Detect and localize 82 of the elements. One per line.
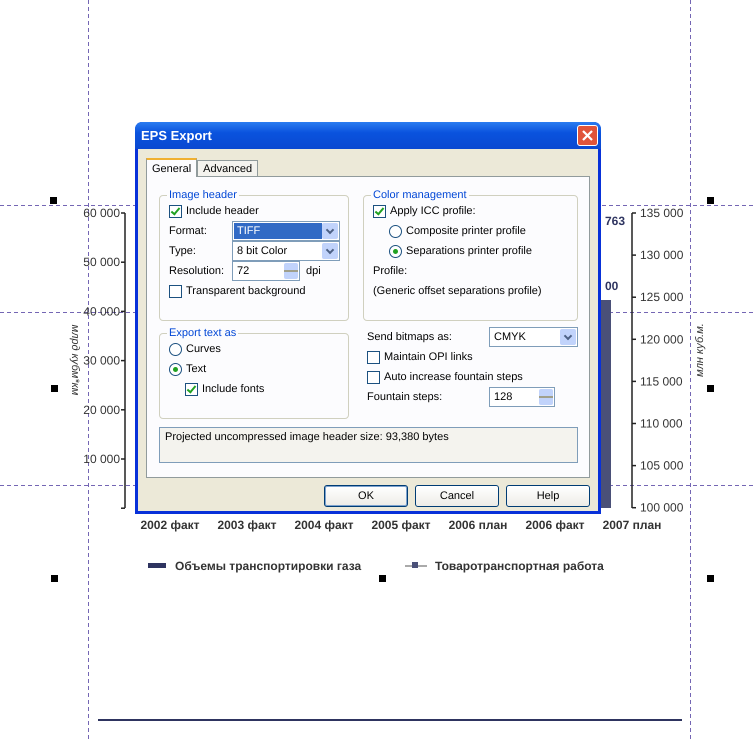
category-label: 2003 факт xyxy=(217,518,277,532)
type-dropdown[interactable]: 8 bit Color xyxy=(232,241,340,261)
axis-tick-label: 60 000 xyxy=(83,206,120,220)
window-title: EPS Export xyxy=(141,128,212,143)
checkbox-label: Include fonts xyxy=(202,383,264,395)
axis-tick-label: 100 000 xyxy=(640,500,684,515)
close-button[interactable] xyxy=(577,125,598,146)
axis-tick-label: 30 000 xyxy=(83,354,120,368)
checkbox-label: Apply ICC profile: xyxy=(390,205,476,217)
data-label: 00 xyxy=(605,279,618,293)
axis-title: млрд кубм*км xyxy=(69,324,81,396)
field-label: Format: xyxy=(169,225,208,237)
checkbox[interactable] xyxy=(367,370,380,384)
legend-label: Товаротранспортная работа xyxy=(435,559,604,573)
field-label: Send bitmaps as: xyxy=(367,331,453,343)
radio-button[interactable] xyxy=(169,342,182,356)
checkbox-label: Transparent background xyxy=(186,285,306,297)
spin-arrows-icon xyxy=(539,389,553,405)
legend-line-icon xyxy=(404,562,428,568)
axis-tick-label: 20 000 xyxy=(83,402,120,417)
axis-tick-label: 120 000 xyxy=(640,332,684,346)
field-label: Type: xyxy=(169,245,197,257)
checkbox[interactable] xyxy=(185,382,198,396)
radio-label: Composite printer profile xyxy=(406,225,526,237)
checkbox[interactable] xyxy=(169,204,182,218)
selection-handle[interactable] xyxy=(379,575,386,582)
data-label: 763 xyxy=(605,214,626,228)
checkbox-label: Include header xyxy=(186,205,259,217)
checkbox[interactable] xyxy=(367,350,380,364)
axis-tick-label: 125 000 xyxy=(640,290,684,304)
field-label: Fountain steps: xyxy=(367,391,444,403)
checkbox-label: Auto increase fountain steps xyxy=(384,371,523,383)
axis-tick-label: 115 000 xyxy=(640,374,682,388)
radio-button[interactable] xyxy=(389,224,402,238)
format-dropdown[interactable]: TIFF xyxy=(232,221,340,241)
legend-label: Объемы транспортировки газа xyxy=(175,559,362,573)
category-label: 2005 факт xyxy=(371,518,431,532)
radio-label: Curves xyxy=(186,343,221,355)
field-label: Profile: xyxy=(373,265,408,277)
category-label: 2002 факт xyxy=(140,518,200,532)
category-label: 2006 факт xyxy=(525,518,585,532)
axis-tick-label: 50 000 xyxy=(83,255,120,270)
selection-handle[interactable] xyxy=(707,197,714,204)
category-label: 2007 план xyxy=(602,518,662,532)
legend-bar-icon xyxy=(148,563,166,568)
selection-handle[interactable] xyxy=(707,385,714,392)
checkbox-label: Maintain OPI links xyxy=(384,351,473,363)
dialog-button[interactable]: Help xyxy=(506,485,590,507)
radio-label: Separations printer profile xyxy=(406,245,532,257)
checkbox[interactable] xyxy=(169,284,182,298)
group-title: Color management xyxy=(372,189,468,201)
close-icon xyxy=(582,130,593,141)
info-text: Projected uncompressed image header size: 93,380 bytes xyxy=(165,431,449,443)
dialog-button[interactable]: OK xyxy=(324,485,408,507)
selection-handle[interactable] xyxy=(707,575,714,582)
category-label: 2004 факт xyxy=(294,518,354,532)
profile-name: (Generic offset separations profile) xyxy=(373,285,542,297)
resolution-spinbox[interactable]: 72 xyxy=(232,261,300,281)
bitmap-mode-dropdown[interactable]: CMYK xyxy=(489,327,578,347)
field-label: Resolution: xyxy=(169,265,226,277)
radio-button[interactable] xyxy=(169,362,182,376)
axis-tick-label: 105 000 xyxy=(640,458,684,473)
fountain-steps-spinbox[interactable]: 128 xyxy=(489,387,555,407)
selection-handle[interactable] xyxy=(51,385,58,392)
selection-handle[interactable] xyxy=(50,197,57,204)
radio-button[interactable] xyxy=(389,244,402,258)
axis-tick-label: 135 000 xyxy=(640,206,684,220)
axis-tick-label: 110 000 xyxy=(640,416,682,430)
tab[interactable]: General xyxy=(146,158,198,177)
tab[interactable]: Advanced xyxy=(197,160,258,176)
unit-label: dpi xyxy=(306,265,321,277)
selection-handle[interactable] xyxy=(51,575,58,582)
checkbox[interactable] xyxy=(373,204,386,218)
group-title: Export text as xyxy=(168,327,238,339)
radio-label: Text xyxy=(186,363,206,375)
axis-tick-label: 10 000 xyxy=(83,452,120,466)
dialog-button[interactable]: Cancel xyxy=(415,485,499,507)
category-label: 2006 план xyxy=(448,518,508,532)
group-title: Image header xyxy=(168,189,238,201)
axis-tick-label: 130 000 xyxy=(640,248,684,262)
axis-title: млн куб.м. xyxy=(694,323,706,377)
spin-arrows-icon xyxy=(284,263,298,279)
